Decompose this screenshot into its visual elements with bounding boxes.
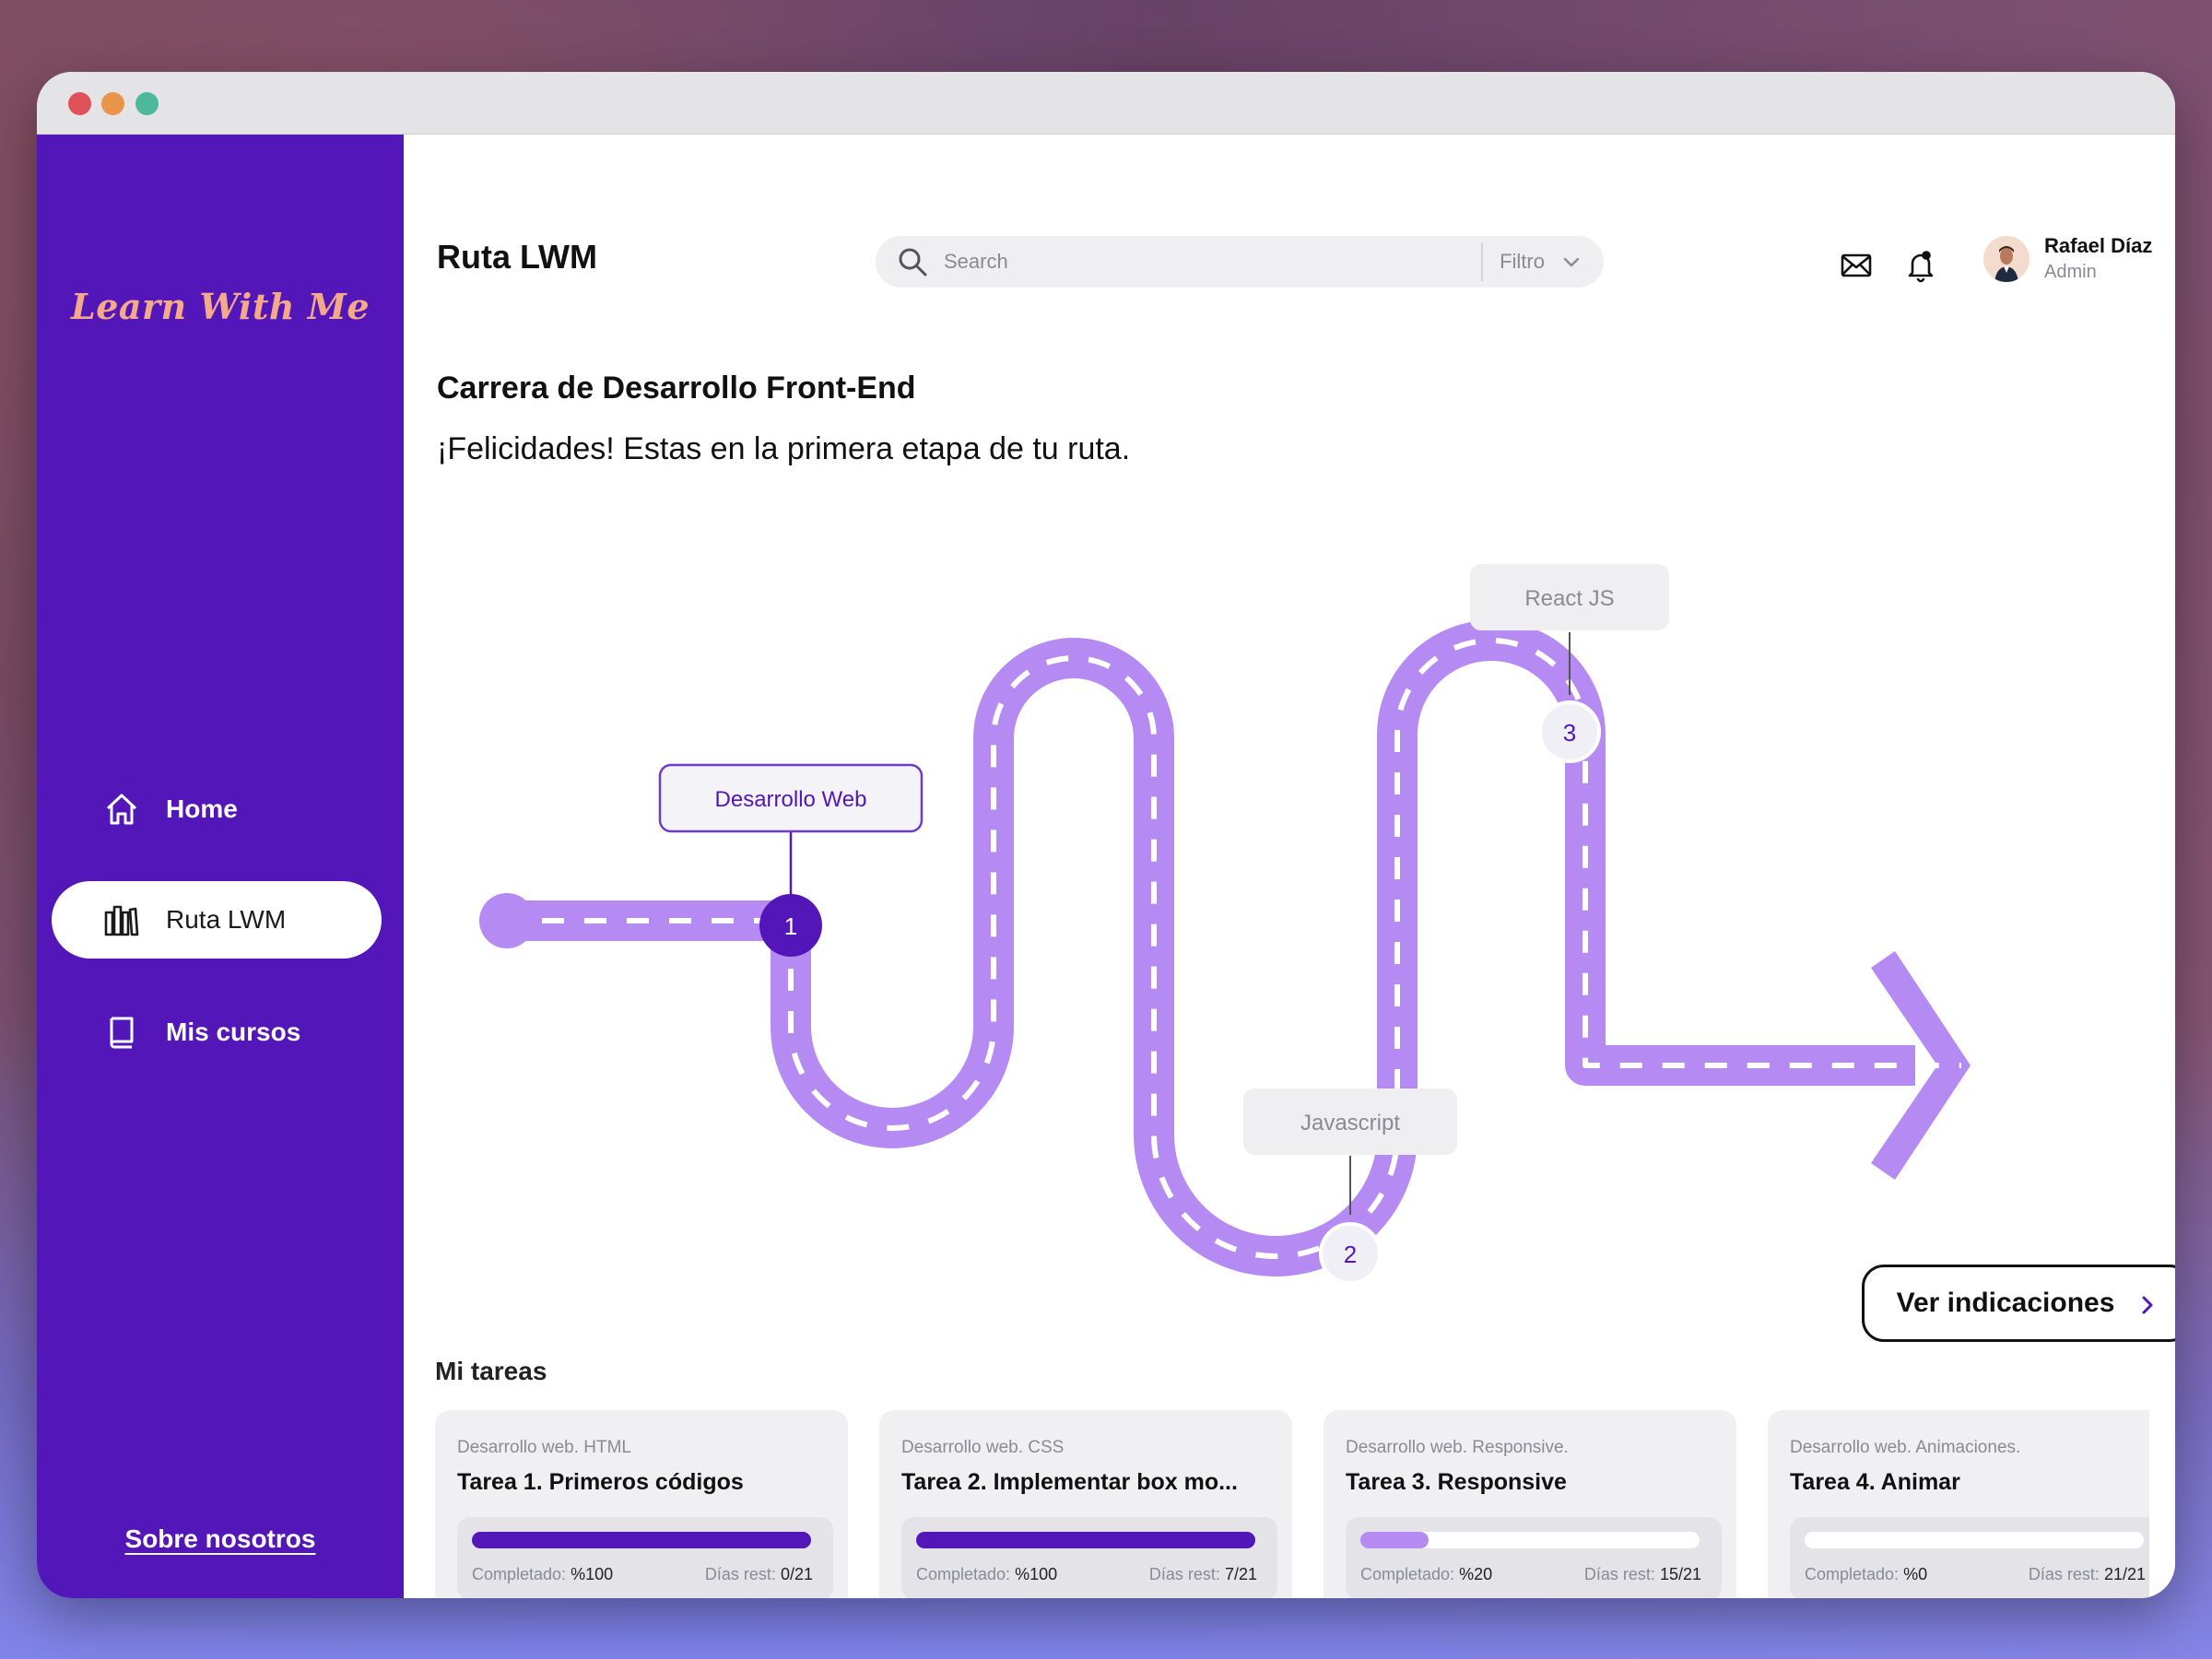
svg-text:3: 3 (1563, 719, 1576, 747)
progress-fill (1360, 1532, 1429, 1548)
completed-label: Completado: (1805, 1565, 1900, 1583)
milestone-node-1[interactable]: 1 (759, 894, 822, 957)
sidebar: Learn With Me Home Ruta LWM Mis cursos S… (37, 135, 404, 1598)
days-value: 7/21 (1224, 1565, 1257, 1583)
task-category: Desarrollo web. CSS (901, 1438, 1065, 1457)
days-label: Días rest: (2028, 1565, 2100, 1583)
milestone-label-1[interactable]: Desarrollo Web (658, 763, 924, 833)
days-label: Días rest: (704, 1565, 776, 1583)
about-us-link[interactable]: Sobre nosotros (37, 1524, 404, 1554)
progress-bar (916, 1532, 1255, 1548)
main-content: Ruta LWM Search Filtro Rafael Díaz Admin… (404, 135, 2175, 1598)
task-card[interactable]: Desarrollo web. Responsive. Tarea 3. Res… (1324, 1410, 1736, 1598)
completed-label: Completado: (1360, 1565, 1455, 1583)
days-label: Días rest: (1583, 1565, 1655, 1583)
roadmap-road (479, 620, 1971, 1277)
sidebar-item-label: Ruta LWM (166, 905, 287, 934)
milestone-label-3[interactable]: React JS (1470, 564, 1669, 630)
sidebar-item-label: Home (166, 794, 238, 823)
progress-fill (916, 1532, 1255, 1548)
task-category: Desarrollo web. Responsive. (1346, 1438, 1569, 1457)
book-icon (103, 1014, 140, 1051)
completed-value: %0 (1903, 1565, 1928, 1583)
svg-text:Desarrollo Web: Desarrollo Web (715, 787, 867, 812)
milestone-label-2[interactable]: Javascript (1243, 1088, 1457, 1155)
view-instructions-label: Ver indicaciones (1896, 1288, 2115, 1318)
progress-bar (472, 1532, 811, 1548)
library-icon (103, 901, 140, 938)
window-titlebar (37, 72, 2175, 135)
completed-label: Completado: (916, 1565, 1011, 1583)
days-value: 15/21 (1659, 1565, 1701, 1583)
task-progress-box: Completado: %20 Días rest: 15/21 (1346, 1517, 1722, 1598)
app-logo[interactable]: Learn With Me (37, 286, 404, 327)
sidebar-item-ruta-lwm[interactable]: Ruta LWM (52, 881, 382, 959)
task-card[interactable]: Desarrollo web. CSS Tarea 2. Implementar… (879, 1410, 1292, 1598)
completed-value: %100 (571, 1565, 614, 1583)
completed-value: %20 (1459, 1565, 1493, 1583)
task-progress-box: Completado: %0 Días rest: 21/21 (1790, 1517, 2149, 1598)
sidebar-item-label: Mis cursos (166, 1018, 301, 1046)
completed-value: %100 (1015, 1565, 1058, 1583)
roadmap-start (479, 893, 535, 948)
progress-fill (472, 1532, 811, 1548)
milestone-node-2[interactable]: 2 (1319, 1222, 1382, 1285)
close-window-button[interactable] (68, 92, 91, 115)
completed-label: Completado: (472, 1565, 567, 1583)
task-card[interactable]: Desarrollo web. Animaciones. Tarea 4. An… (1768, 1410, 2149, 1598)
task-name: Tarea 4. Animar (1790, 1469, 1960, 1495)
sidebar-item-mis-cursos[interactable]: Mis cursos (52, 994, 382, 1071)
task-name: Tarea 3. Responsive (1346, 1469, 1567, 1495)
svg-text:1: 1 (784, 912, 797, 940)
task-progress-box: Completado: %100 Días rest: 0/21 (457, 1517, 833, 1598)
days-value: 21/21 (2103, 1565, 2146, 1583)
maximize-window-button[interactable] (135, 92, 159, 115)
svg-text:React JS: React JS (1524, 586, 1614, 611)
browser-window: Learn With Me Home Ruta LWM Mis cursos S… (37, 72, 2175, 1598)
svg-text:Javascript: Javascript (1300, 1111, 1400, 1135)
view-instructions-button[interactable]: Ver indicaciones (1862, 1265, 2175, 1342)
chevron-right-icon (2138, 1292, 2157, 1314)
tasks-list: Desarrollo web. HTML Tarea 1. Primeros c… (435, 1410, 2149, 1598)
roadmap-diagram: Desarrollo Web Javascript React JS 1 2 3 (479, 564, 1971, 1285)
home-icon (103, 791, 140, 828)
task-name: Tarea 2. Implementar box mo... (901, 1469, 1238, 1495)
task-card[interactable]: Desarrollo web. HTML Tarea 1. Primeros c… (435, 1410, 848, 1598)
sidebar-item-home[interactable]: Home (52, 771, 382, 848)
minimize-window-button[interactable] (101, 92, 124, 115)
milestone-node-3[interactable]: 3 (1538, 700, 1601, 763)
progress-bar (1805, 1532, 2144, 1548)
task-category: Desarrollo web. HTML (457, 1438, 631, 1457)
task-category: Desarrollo web. Animaciones. (1790, 1438, 2021, 1457)
tasks-title: Mi tareas (435, 1357, 547, 1385)
svg-text:2: 2 (1344, 1241, 1357, 1268)
task-progress-box: Completado: %100 Días rest: 7/21 (901, 1517, 1277, 1598)
days-label: Días rest: (1148, 1565, 1220, 1583)
task-name: Tarea 1. Primeros códigos (457, 1469, 744, 1495)
progress-bar (1360, 1532, 1700, 1548)
days-value: 0/21 (780, 1565, 813, 1583)
